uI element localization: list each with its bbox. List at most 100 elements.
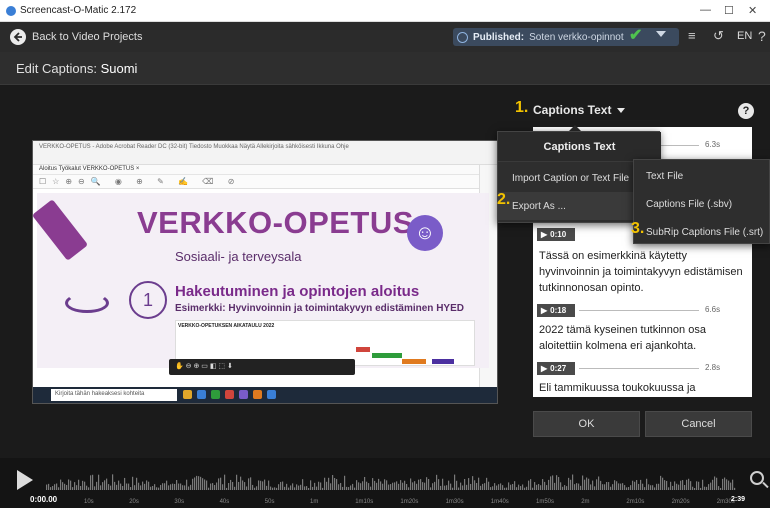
swirl-illustration xyxy=(65,293,109,313)
check-icon: ✔ xyxy=(629,27,643,44)
caption-duration: 6.3s xyxy=(705,140,721,149)
caption-time: 0:27 xyxy=(550,364,567,373)
preview-toolbar: ☐☆⊕⊖🔍 ◉ ⊕ ✎ ✍ ⌫ ⊘ xyxy=(33,175,497,189)
caption-text[interactable]: 2022 tämä kyseinen tutkinnon osa aloitet… xyxy=(539,322,744,354)
schedule-bar xyxy=(402,359,426,364)
zoom-icon[interactable] xyxy=(750,471,764,485)
preview-slide: VERKKO-OPETUS ☺ Sosiaali- ja terveysala … xyxy=(33,193,489,368)
chevron-down-icon xyxy=(656,31,666,37)
slide-heading-2: Esimerkki: Hyvinvoinnin ja toimintakyvyn… xyxy=(175,303,464,314)
timeline-tick-label: 1m10s xyxy=(355,499,374,505)
help-icon[interactable]: ? xyxy=(738,103,754,119)
help-icon[interactable]: ? xyxy=(758,28,766,44)
caption-line xyxy=(579,368,699,369)
back-label: Back to Video Projects xyxy=(32,31,143,43)
caption-time: 0:18 xyxy=(550,306,567,315)
smiley-icon: ☺ xyxy=(407,215,443,251)
schedule-bar xyxy=(432,359,454,364)
caption-text[interactable]: Eli tammikuussa toukokuussa ja xyxy=(539,380,744,396)
taskbar-app-icon xyxy=(267,390,276,399)
caption-line xyxy=(579,310,699,311)
timeline-tick-label: 1m40s xyxy=(490,499,509,505)
top-toolbar: Back to Video Projects Published: Soten … xyxy=(0,22,770,52)
minimize-icon[interactable]: — xyxy=(700,4,711,16)
screencast-window: Screencast-O-Matic 2.172 — ☐ ✕ Back to V… xyxy=(0,0,770,508)
video-preview[interactable]: VERKKO-OPETUS - Adobe Acrobat Reader DC … xyxy=(32,140,498,404)
caption-time-pill[interactable]: ▶ 0:27 xyxy=(537,362,575,375)
export-srt-item[interactable]: SubRip Captions File (.srt) xyxy=(634,218,770,246)
annotation-2: 2. xyxy=(497,191,511,208)
annotation-1: 1. xyxy=(515,99,529,116)
slide-title: VERKKO-OPETUS xyxy=(137,205,414,240)
taskbar-app-icon xyxy=(253,390,262,399)
caption-time-pill[interactable]: ▶ 0:10 xyxy=(537,228,575,241)
schedule-title: VERKKO-OPETUKSEN AIKATAULU 2022 xyxy=(178,323,275,329)
schedule-bar xyxy=(356,347,370,352)
timeline-tick-label: 30s xyxy=(174,499,185,505)
captions-text-label: Captions Text xyxy=(533,103,612,117)
timeline-tick-label: 1m xyxy=(310,499,319,505)
published-target: Soten verkko-opinnot xyxy=(529,31,624,43)
captions-text-dropdown[interactable]: Captions Text xyxy=(533,103,626,117)
page-title-prefix: Edit Captions: xyxy=(16,61,97,76)
caption-text[interactable]: Tässä on esimerkkinä käytetty hyvinvoinn… xyxy=(539,248,744,296)
pencil-illustration xyxy=(33,199,89,261)
recording-toolbar: ✋ ⊖ ⊕ ▭ ◧ ⬚ ⬇ xyxy=(169,359,355,375)
timeline-tick-label: 20s xyxy=(129,499,139,505)
window-titlebar: Screencast-O-Matic 2.172 — ☐ ✕ xyxy=(0,0,770,22)
export-submenu: Text File Captions File (.sbv) SubRip Ca… xyxy=(633,159,770,244)
published-dropdown[interactable]: Published: Soten verkko-opinnot ✔ xyxy=(453,27,679,46)
taskbar-app-icon xyxy=(225,390,234,399)
caption-time: 0:10 xyxy=(550,230,567,239)
taskbar-app-icon xyxy=(239,390,248,399)
play-icon[interactable] xyxy=(17,470,33,490)
caption-timestamp-row[interactable]: ▶ 0:27 2.8s xyxy=(533,360,752,376)
maximize-icon[interactable]: ☐ xyxy=(724,4,734,17)
captions-list-icon[interactable]: ≡ xyxy=(688,28,696,43)
export-as-label: Export As ... xyxy=(512,200,566,212)
timeline-tick-label: 2m10s xyxy=(626,499,645,505)
history-icon[interactable]: ↺ xyxy=(713,28,724,44)
edit-captions-header: Edit Captions: Suomi xyxy=(0,52,770,85)
page-title-language: Suomi xyxy=(100,61,138,76)
back-to-projects-button[interactable]: Back to Video Projects xyxy=(10,27,142,47)
ok-button[interactable]: OK xyxy=(533,411,640,437)
taskbar-app-icon xyxy=(183,390,192,399)
globe-icon xyxy=(457,31,468,43)
end-time: 2:39 xyxy=(731,496,746,503)
timeline-tick-label: 2m xyxy=(581,499,590,505)
taskbar-search: Kirjoita tähän hakeaksesi kohteita xyxy=(51,389,177,401)
close-icon[interactable]: ✕ xyxy=(748,4,757,17)
slide-number: 1 xyxy=(129,281,167,319)
back-arrow-icon xyxy=(10,29,26,45)
menu-title: Captions Text xyxy=(498,132,661,162)
timeline-tick-label: 1m50s xyxy=(536,499,555,505)
slide-heading: Hakeutuminen ja opintojen aloitus xyxy=(175,283,420,300)
caption-duration: 6.6s xyxy=(705,305,721,314)
app-icon xyxy=(6,6,16,16)
timeline-tick-label: 40s xyxy=(219,499,230,505)
language-selector[interactable]: EN xyxy=(737,30,752,42)
slide-subtitle: Sosiaali- ja terveysala xyxy=(175,249,302,264)
annotation-3: 3. xyxy=(631,220,645,237)
taskbar-app-icon xyxy=(197,390,206,399)
preview-tabs: Aloitus Työkalut VERKKO-OPETUS × xyxy=(33,165,497,175)
export-text-file-item[interactable]: Text File xyxy=(634,162,770,190)
preview-taskbar: Kirjoita tähän hakeaksesi kohteita xyxy=(33,387,497,403)
preview-menubar: VERKKO-OPETUS - Adobe Acrobat Reader DC … xyxy=(33,141,497,165)
schedule-bar xyxy=(372,353,402,358)
current-time: 0:00.00 xyxy=(30,495,58,504)
caption-time-pill[interactable]: ▶ 0:18 xyxy=(537,304,575,317)
chevron-down-icon xyxy=(617,108,626,114)
timeline-tick-label: 1m20s xyxy=(400,499,419,505)
export-sbv-item[interactable]: Captions File (.sbv) xyxy=(634,190,770,218)
timeline[interactable]: 0:00.00 10s 20s 30s 40s 50s 1m 1m10s 1m20s 1m30s… xyxy=(0,458,770,508)
timeline-tick-label: 50s xyxy=(264,499,275,505)
audio-waveform[interactable] xyxy=(46,468,736,492)
cancel-button[interactable]: Cancel xyxy=(645,411,752,437)
timeline-tick-label: 2m20s xyxy=(671,499,690,505)
caption-timestamp-row[interactable]: ▶ 0:18 6.6s xyxy=(533,302,752,318)
timeline-tick-label: 1m30s xyxy=(445,499,464,505)
caption-duration: 2.8s xyxy=(705,363,721,372)
taskbar-app-icon xyxy=(211,390,220,399)
